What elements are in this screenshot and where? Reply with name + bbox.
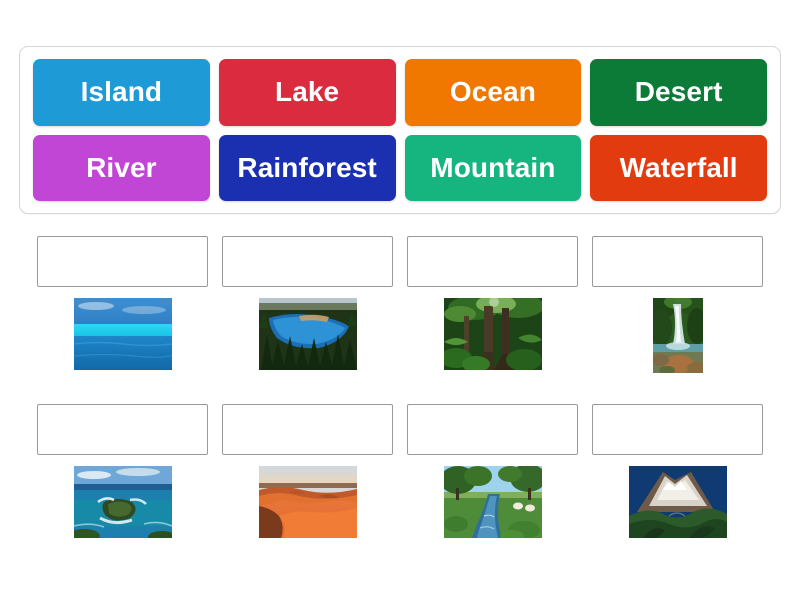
drop-zone[interactable] — [592, 236, 763, 287]
island-photo — [73, 466, 172, 538]
answer-cell — [400, 404, 585, 542]
thumbnail-wrap — [215, 298, 400, 374]
thumbnail-wrap — [585, 298, 770, 374]
word-tile-river[interactable]: River — [33, 134, 210, 201]
thumbnail-wrap — [400, 466, 585, 542]
answer-cell — [215, 236, 400, 374]
thumbnail-wrap — [585, 466, 770, 542]
drop-zone[interactable] — [407, 404, 578, 455]
mountain-photo — [628, 466, 727, 538]
drop-zone[interactable] — [37, 404, 208, 455]
word-tile-lake[interactable]: Lake — [218, 59, 396, 126]
word-tile-grid: Island Lake Ocean Desert River Rainfores… — [33, 59, 767, 201]
word-tile-label: Mountain — [430, 151, 556, 183]
answer-row — [0, 236, 800, 374]
drop-zone[interactable] — [222, 236, 393, 287]
word-bank-panel: Island Lake Ocean Desert River Rainfores… — [19, 46, 781, 214]
word-tile-waterfall[interactable]: Waterfall — [590, 134, 767, 201]
word-tile-mountain[interactable]: Mountain — [404, 134, 582, 201]
drop-zone[interactable] — [592, 404, 763, 455]
river-photo — [443, 466, 542, 538]
answer-cell — [585, 404, 770, 542]
word-tile-rainforest[interactable]: Rainforest — [218, 134, 396, 201]
word-tile-label: Waterfall — [619, 151, 738, 183]
rainforest-photo — [443, 298, 542, 370]
waterfall-photo — [652, 298, 703, 373]
word-tile-label: River — [86, 151, 157, 183]
desert-photo — [258, 466, 357, 538]
drop-zone[interactable] — [222, 404, 393, 455]
word-tile-label: Desert — [634, 76, 723, 108]
word-tile-ocean[interactable]: Ocean — [404, 59, 582, 126]
thumbnail-wrap — [400, 298, 585, 374]
word-tile-label: Lake — [275, 76, 340, 108]
thumbnail-wrap — [30, 466, 215, 542]
answer-cell — [215, 404, 400, 542]
drop-zone[interactable] — [407, 236, 578, 287]
lake-photo — [258, 298, 357, 370]
activity-page: Island Lake Ocean Desert River Rainfores… — [0, 0, 800, 600]
word-tile-island[interactable]: Island — [33, 59, 210, 126]
word-tile-label: Rainforest — [237, 151, 377, 183]
answer-cell — [30, 236, 215, 374]
answer-row — [0, 404, 800, 542]
word-tile-label: Island — [80, 76, 163, 108]
word-tile-desert[interactable]: Desert — [590, 59, 767, 126]
answer-cell — [400, 236, 585, 374]
answer-cell — [585, 236, 770, 374]
ocean-photo — [73, 298, 172, 370]
drop-zone[interactable] — [37, 236, 208, 287]
thumbnail-wrap — [30, 298, 215, 374]
thumbnail-wrap — [215, 466, 400, 542]
answer-cell — [30, 404, 215, 542]
word-tile-label: Ocean — [449, 76, 536, 108]
